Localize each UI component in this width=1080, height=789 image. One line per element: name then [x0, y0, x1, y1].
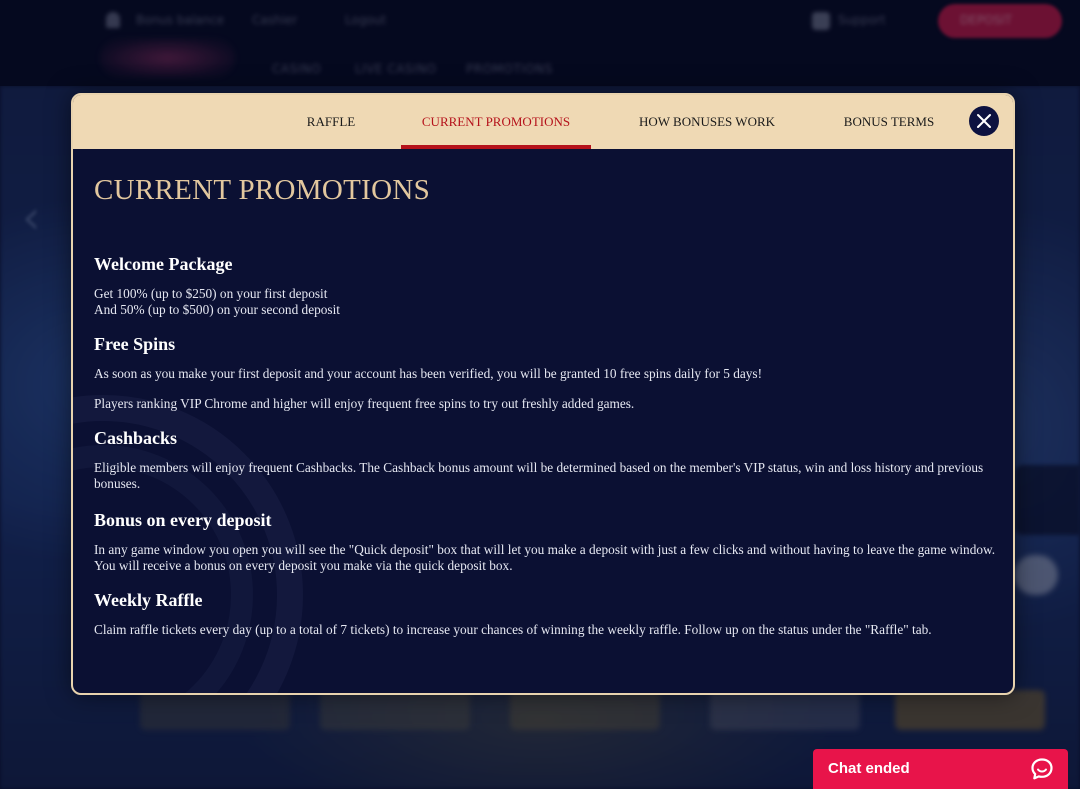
tab-raffle[interactable]: RAFFLE: [293, 95, 369, 149]
chat-bubble-icon: [1031, 758, 1053, 780]
section-cashbacks: Cashbacks Eligible members will enjoy fr…: [94, 427, 1000, 492]
section-heading: Free Spins: [94, 334, 176, 354]
promotions-modal: RAFFLE CURRENT PROMOTIONS HOW BONUSES WO…: [71, 93, 1015, 695]
tab-bonus-terms[interactable]: BONUS TERMS: [833, 95, 945, 149]
welcome-line-2: And 50% (up to $500) on your second depo…: [94, 302, 340, 317]
section-heading: Bonus on every deposit: [94, 510, 272, 530]
close-button[interactable]: [969, 106, 999, 136]
section-text: Claim raffle tickets every day (up to a …: [94, 622, 932, 637]
section-weekly-raffle: Weekly Raffle Claim raffle tickets every…: [94, 589, 932, 638]
section-heading: Welcome Package: [94, 254, 233, 274]
section-text: Players ranking VIP Chrome and higher wi…: [94, 396, 635, 411]
section-bonus-every-deposit: Bonus on every deposit In any game windo…: [94, 509, 1000, 574]
section-text: Get 100% (up to $250) on your first depo…: [94, 286, 340, 318]
section-text: Eligible members will enjoy frequent Cas…: [94, 460, 984, 491]
tab-bar: RAFFLE CURRENT PROMOTIONS HOW BONUSES WO…: [73, 95, 1013, 149]
section-free-spins: Free Spins As soon as you make your firs…: [94, 333, 762, 412]
section-text: As soon as you make your first deposit a…: [94, 366, 762, 381]
section-heading: Cashbacks: [94, 428, 178, 448]
section-welcome-package: Welcome Package Get 100% (up to $250) on…: [94, 253, 340, 318]
section-text: In any game window you open you will see…: [94, 542, 996, 573]
close-icon: [977, 114, 991, 128]
tab-how-bonuses-work[interactable]: HOW BONUSES WORK: [629, 95, 785, 149]
tab-current-promotions[interactable]: CURRENT PROMOTIONS: [401, 95, 591, 149]
welcome-line-1: Get 100% (up to $250) on your first depo…: [94, 286, 328, 301]
page-title: CURRENT PROMOTIONS: [94, 174, 430, 206]
chat-widget[interactable]: Chat ended: [813, 749, 1068, 789]
section-heading: Weekly Raffle: [94, 590, 203, 610]
modal-content: CURRENT PROMOTIONS Welcome Package Get 1…: [94, 149, 1000, 637]
chat-status-label: Chat ended: [828, 760, 910, 777]
